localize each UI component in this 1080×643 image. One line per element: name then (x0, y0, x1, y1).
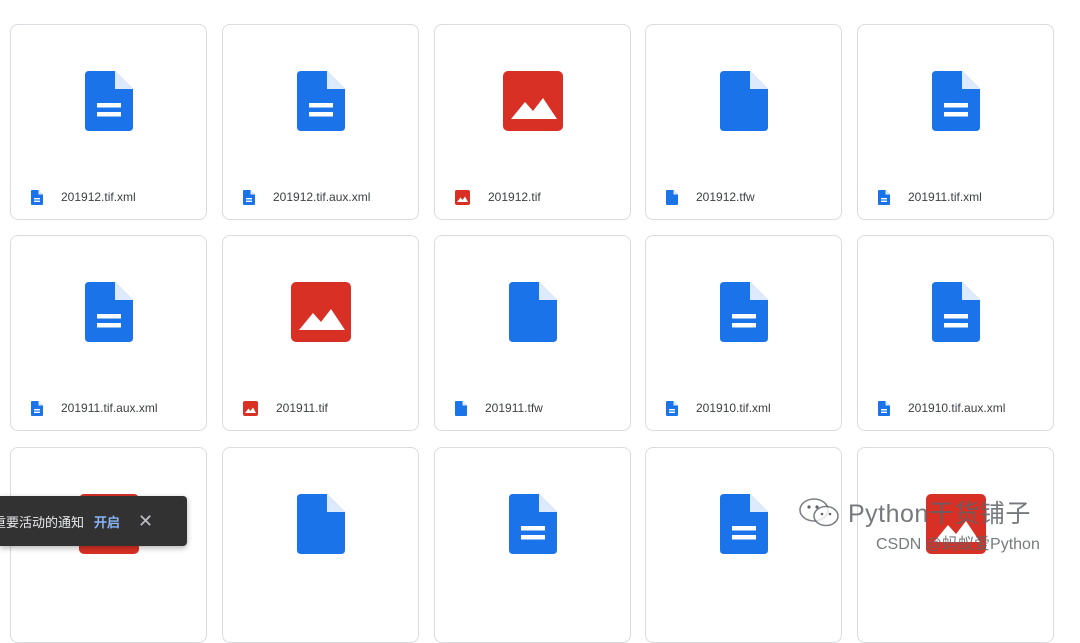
file-card-footer: 201912.tif (455, 189, 541, 205)
file-card-footer: 201911.tif.xml (878, 189, 982, 205)
file-name: 201910.tif.xml (696, 401, 771, 415)
file-card[interactable]: 201911.tif.aux.xml (10, 235, 207, 431)
image-file-icon (435, 25, 630, 177)
file-card[interactable]: 201910.tif.aux.xml (857, 235, 1054, 431)
file-grid: 201912.tif.xml 201912.tif.aux.xml 201912… (0, 0, 1080, 643)
file-card[interactable] (645, 447, 842, 643)
file-name: 201912.tif (488, 190, 541, 204)
file-name: 201911.tfw (485, 401, 543, 415)
document-type-icon (243, 189, 255, 205)
file-card[interactable]: 201911.tif.xml (857, 24, 1054, 220)
toast-message: 获取重要活动的通知 (0, 514, 84, 530)
file-card-footer: 201912.tif.xml (31, 189, 136, 205)
file-name: 201910.tif.aux.xml (908, 401, 1006, 415)
file-card-footer: 201912.tfw (666, 189, 755, 205)
file-type-icon (666, 189, 678, 205)
file-card-footer: 201910.tif.xml (666, 400, 771, 416)
document-file-icon (858, 236, 1053, 388)
notification-toast: 获取重要活动的通知 开启 ✕ (0, 496, 187, 546)
file-name: 201912.tfw (696, 190, 755, 204)
image-type-icon (455, 189, 470, 205)
watermark-credit: CSDN @蚂蚁爱Python (876, 536, 1040, 553)
document-file-icon (435, 448, 630, 600)
document-file-icon (223, 25, 418, 177)
file-card-footer: 201911.tif.aux.xml (31, 400, 158, 416)
document-type-icon (878, 189, 890, 205)
file-name: 201911.tif.xml (908, 190, 982, 204)
document-file-icon (11, 25, 206, 177)
file-name: 201911.tif.aux.xml (61, 401, 158, 415)
file-icon (646, 25, 841, 177)
file-type-icon (455, 400, 467, 416)
file-card[interactable] (434, 447, 631, 643)
file-icon (435, 236, 630, 388)
file-card[interactable]: 201911.tfw (434, 235, 631, 431)
document-type-icon (31, 400, 43, 416)
document-type-icon (878, 400, 890, 416)
file-card[interactable]: 201910.tif.xml (645, 235, 842, 431)
document-file-icon (858, 25, 1053, 177)
file-card[interactable]: 201911.tif (222, 235, 419, 431)
file-card-footer: 201910.tif.aux.xml (878, 400, 1005, 416)
image-file-icon (223, 236, 418, 388)
document-file-icon (646, 236, 841, 388)
file-name: 201912.tif.aux.xml (273, 190, 371, 204)
document-file-icon (11, 236, 206, 388)
wechat-logo-icon (799, 498, 839, 527)
image-type-icon (243, 400, 258, 416)
file-name: 201912.tif.xml (61, 190, 136, 204)
file-card-footer: 201911.tfw (455, 400, 543, 416)
document-type-icon (666, 400, 678, 416)
file-card-footer: 201912.tif.aux.xml (243, 189, 370, 205)
file-icon (223, 448, 418, 600)
file-card-footer: 201911.tif (243, 400, 328, 416)
file-card[interactable] (222, 447, 419, 643)
file-name: 201911.tif (276, 401, 328, 415)
document-type-icon (31, 189, 43, 205)
toast-enable-button[interactable]: 开启 (94, 512, 120, 531)
file-card[interactable]: 201912.tif.aux.xml (222, 24, 419, 220)
file-card[interactable]: 201912.tfw (645, 24, 842, 220)
close-icon[interactable]: ✕ (138, 512, 153, 530)
file-card[interactable]: 201912.tif.xml (10, 24, 207, 220)
watermark-title: Python干货铺子 (848, 500, 1031, 528)
file-card[interactable]: 201912.tif (434, 24, 631, 220)
